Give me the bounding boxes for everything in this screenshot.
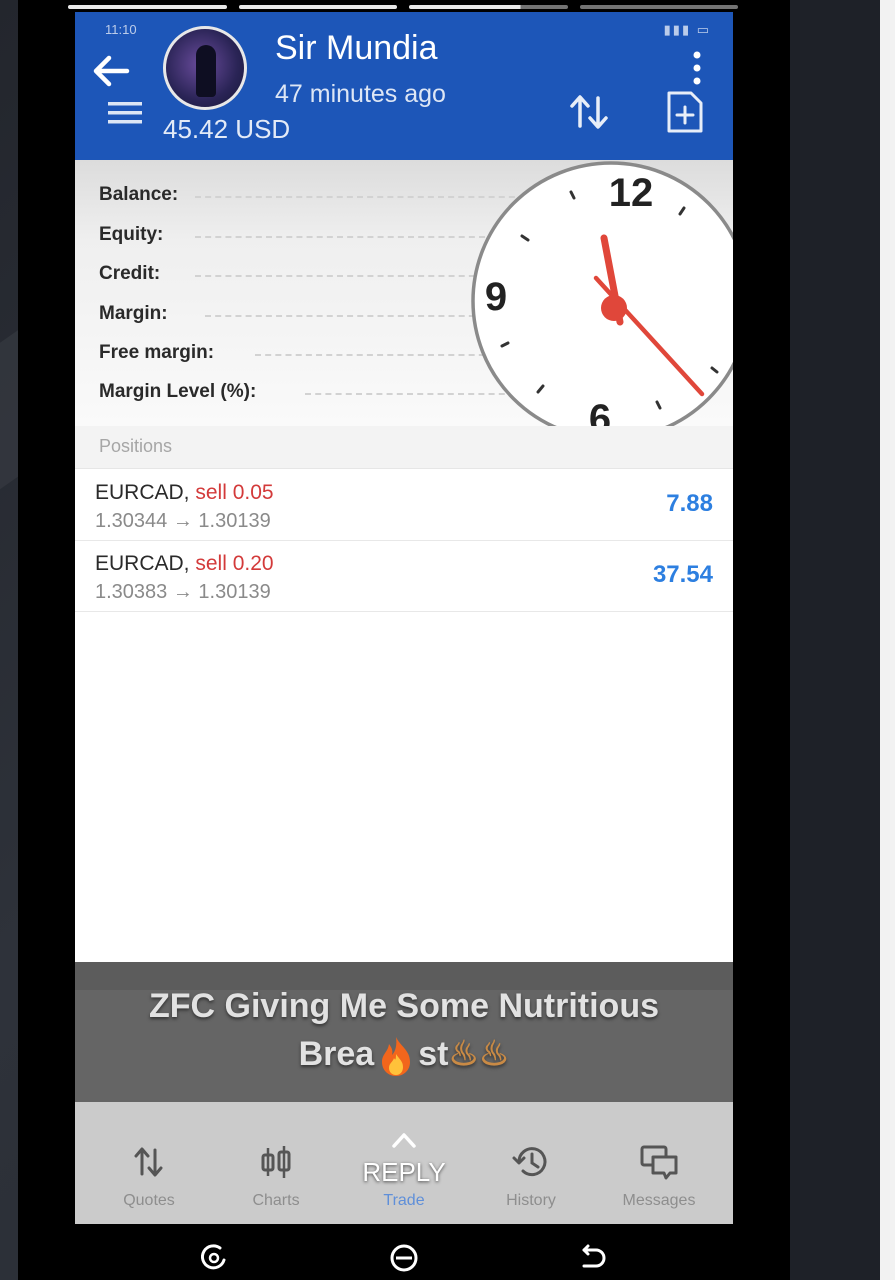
- poster-name[interactable]: Sir Mundia: [275, 29, 438, 68]
- nav-label: History: [506, 1192, 556, 1209]
- fire-emoji-icon: [382, 1037, 411, 1077]
- clock-center-pin: [601, 295, 627, 321]
- back-nav-icon[interactable]: [576, 1242, 608, 1274]
- nav-charts[interactable]: Charts: [216, 1102, 336, 1224]
- candlestick-icon: [261, 1146, 291, 1178]
- sort-icon[interactable]: [567, 92, 611, 132]
- menu-icon[interactable]: [108, 100, 142, 126]
- free-margin-value-redacted: [255, 354, 495, 356]
- position-side: sell 0.05: [195, 481, 274, 504]
- story-caption: ZFC Giving Me Some Nutritious Brea st♨♨: [75, 982, 733, 1078]
- credit-value-redacted: [195, 275, 485, 277]
- clock-sticker: 12 9 6: [471, 161, 733, 441]
- position-symbol-line: EURCAD, sell 0.05: [95, 481, 274, 505]
- equity-label: Equity:: [99, 224, 164, 245]
- nav-label: Messages: [622, 1192, 696, 1209]
- caption-line-2-end: st: [418, 1035, 449, 1073]
- account-balance: 45.42 USD: [163, 114, 291, 144]
- bottom-navigation: Quotes Charts REPLY Trade History Messag…: [75, 1102, 733, 1224]
- caption-line-2: Brea st♨♨: [75, 1030, 733, 1078]
- position-side: sell 0.20: [195, 552, 274, 575]
- nav-trade[interactable]: REPLY Trade: [344, 1102, 464, 1224]
- trading-app-screen: 11:10 ▮▮▮ ▭ Sir Mundia 47 minutes ago 45…: [75, 12, 733, 1224]
- chevron-up-icon[interactable]: [390, 1130, 418, 1150]
- new-order-icon[interactable]: [665, 90, 705, 134]
- nav-label: Quotes: [123, 1192, 175, 1209]
- avatar-figure: [196, 45, 216, 97]
- more-options-icon[interactable]: [687, 48, 707, 88]
- raised-hands-emoji-icon: ♨♨: [448, 1035, 510, 1073]
- position-row[interactable]: EURCAD, sell 0.20 1.30383 → 1.30139 37.5…: [75, 541, 733, 612]
- page-edge: [880, 0, 895, 1280]
- margin-level-label: Margin Level (%):: [99, 381, 257, 402]
- position-symbol: EURCAD,: [95, 481, 190, 504]
- side-panel: [790, 0, 880, 1280]
- balance-label: Balance:: [99, 184, 179, 205]
- home-icon[interactable]: [388, 1242, 420, 1274]
- status-icons: ▮▮▮ ▭: [663, 22, 711, 37]
- credit-label: Credit:: [99, 263, 161, 284]
- clock-numeral-12: 12: [609, 171, 654, 215]
- position-row[interactable]: EURCAD, sell 0.05 1.30344 → 1.30139 7.88: [75, 470, 733, 541]
- position-prices: 1.30344 → 1.30139: [95, 510, 271, 532]
- caption-line-2-start: Brea: [298, 1035, 375, 1073]
- story-progress-segment: [238, 5, 397, 9]
- back-arrow-icon[interactable]: [87, 47, 135, 95]
- nav-messages[interactable]: Messages: [599, 1102, 719, 1224]
- story-progress: [68, 5, 738, 10]
- nav-quotes[interactable]: Quotes: [89, 1102, 209, 1224]
- post-timestamp: 47 minutes ago: [275, 80, 446, 108]
- story-progress-segment-current: [409, 5, 568, 9]
- clock-numeral-9: 9: [485, 275, 507, 319]
- margin-label: Margin:: [99, 303, 168, 324]
- position-profit: 7.88: [666, 490, 713, 517]
- nav-history[interactable]: History: [471, 1102, 591, 1224]
- story-progress-segment: [579, 5, 738, 9]
- margin-value-redacted: [205, 315, 485, 317]
- nav-label: Trade: [383, 1192, 425, 1209]
- caption-line-1: ZFC Giving Me Some Nutritious: [148, 987, 660, 1025]
- app-header: 11:10 ▮▮▮ ▭ Sir Mundia 47 minutes ago 45…: [75, 12, 733, 160]
- positions-label: Positions: [99, 436, 173, 456]
- status-time: 11:10: [105, 22, 137, 37]
- position-symbol-line: EURCAD, sell 0.20: [95, 552, 274, 576]
- messages-icon: [640, 1145, 678, 1180]
- quotes-arrows-icon: [134, 1147, 163, 1177]
- avatar[interactable]: [163, 26, 247, 110]
- system-navigation-bar: [18, 1228, 790, 1280]
- position-symbol: EURCAD,: [95, 552, 190, 575]
- recent-apps-icon[interactable]: [198, 1242, 230, 1274]
- nav-label: Charts: [252, 1192, 300, 1209]
- equity-value-redacted: [195, 236, 485, 238]
- free-margin-label: Free margin:: [99, 342, 215, 363]
- position-prices: 1.30383 → 1.30139: [95, 581, 271, 603]
- positions-section-header: Positions: [75, 426, 733, 469]
- story-progress-segment: [68, 5, 227, 9]
- history-clock-icon: [512, 1147, 547, 1177]
- position-profit: 37.54: [652, 561, 713, 588]
- reply-button[interactable]: REPLY: [344, 1157, 464, 1188]
